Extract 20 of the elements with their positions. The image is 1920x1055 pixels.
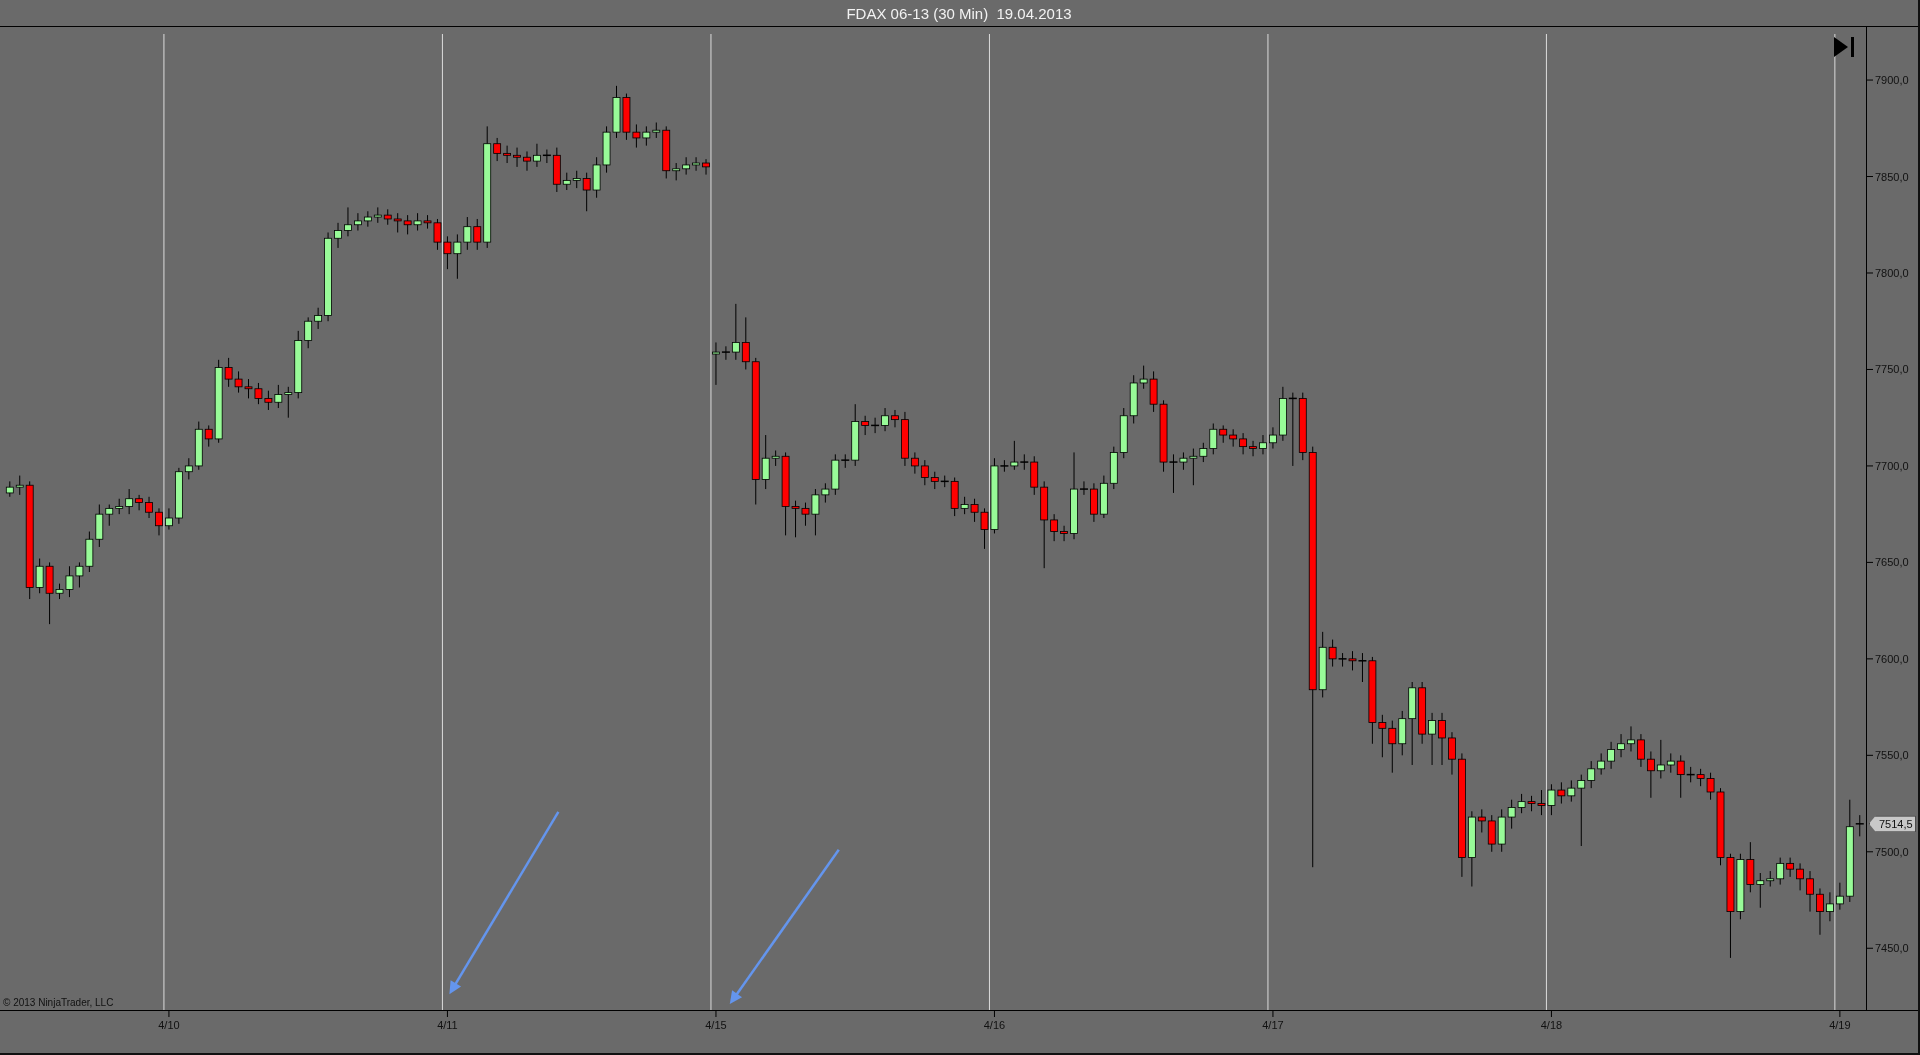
last-price-tag: 7514,5 bbox=[1869, 815, 1916, 833]
price-axis-label: 7650,0 bbox=[1875, 556, 1909, 569]
date-axis-label: 4/16 bbox=[983, 1019, 1006, 1031]
price-axis-label: 7850,0 bbox=[1875, 170, 1909, 183]
price-axis-label: 7450,0 bbox=[1875, 942, 1909, 955]
price-axis-label: 7750,0 bbox=[1875, 363, 1909, 376]
date-axis-label: 4/19 bbox=[1829, 1019, 1851, 1031]
date-axis-label: 4/18 bbox=[1540, 1019, 1563, 1031]
price-axis-label: 7500,0 bbox=[1875, 845, 1909, 858]
price-axis-label: 7700,0 bbox=[1875, 459, 1909, 472]
date-axis-label: 4/11 bbox=[437, 1019, 458, 1031]
price-axis-label: 7600,0 bbox=[1875, 652, 1909, 665]
price-axis-label: 7800,0 bbox=[1875, 267, 1909, 279]
window-title: FDAX 06-13 (30 Min) 19.04.2013 bbox=[846, 4, 1072, 22]
date-axis-label: 4/15 bbox=[705, 1019, 727, 1031]
copyright-text: © 2013 NinjaTrader, LLC bbox=[3, 997, 114, 1008]
price-axis-label: 7900,0 bbox=[1875, 74, 1909, 87]
date-axis-label: 4/10 bbox=[158, 1019, 180, 1031]
price-axis-label: 7550,0 bbox=[1875, 749, 1909, 762]
date-axis-label: 4/17 bbox=[1262, 1019, 1284, 1031]
